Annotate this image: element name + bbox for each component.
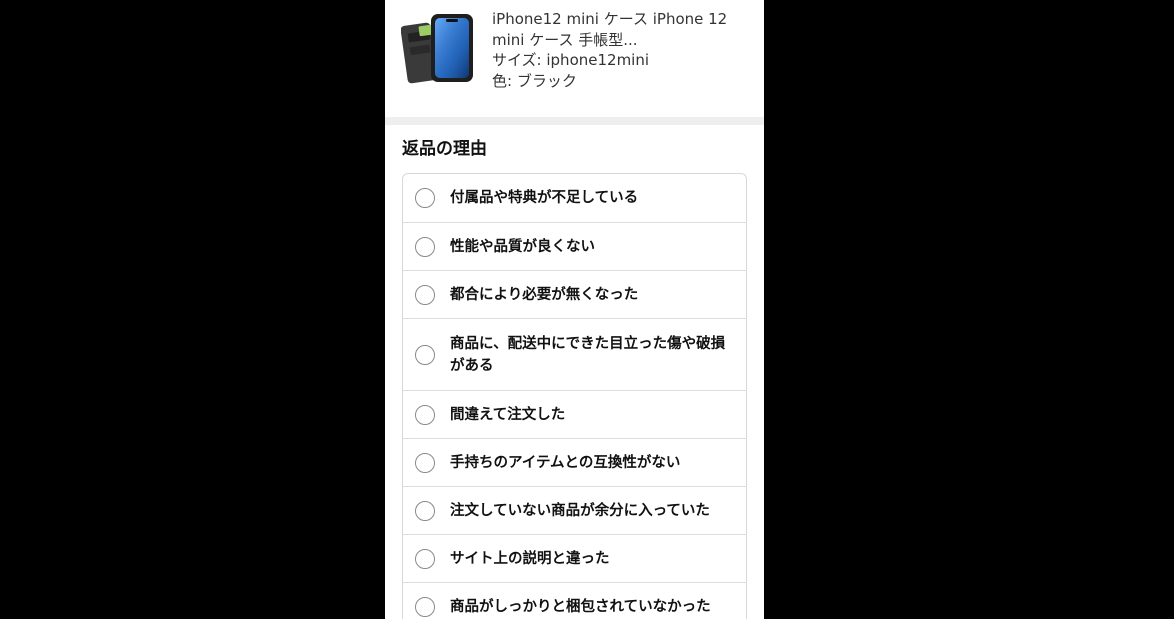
radio-button[interactable] — [415, 452, 435, 473]
reason-option-incompatible[interactable]: 手持ちのアイテムとの互換性がない — [403, 438, 746, 486]
return-page: iPhone12 mini ケース iPhone 12 mini ケース 手帳型… — [385, 0, 764, 619]
radio-button[interactable] — [415, 236, 435, 257]
radio-button[interactable] — [415, 284, 435, 305]
reason-option-label: 間違えて注文した — [450, 406, 566, 423]
reason-option-label: 都合により必要が無くなった — [450, 286, 639, 303]
reason-option-not-as-described[interactable]: サイト上の説明と違った — [403, 534, 746, 582]
radio-button[interactable] — [415, 344, 435, 365]
reason-option-poorly-packaged[interactable]: 商品がしっかりと梱包されていなかった — [403, 582, 746, 619]
reason-option-poor-quality[interactable]: 性能や品質が良くない — [403, 222, 746, 270]
reason-option-no-longer-needed[interactable]: 都合により必要が無くなった — [403, 270, 746, 318]
reason-option-damaged-in-shipping[interactable]: 商品に、配送中にできた目立った傷や破損がある — [403, 318, 746, 390]
reason-option-label: 商品に、配送中にできた目立った傷や破損がある — [450, 335, 726, 374]
reason-option-label: 商品がしっかりと梱包されていなかった — [450, 598, 711, 615]
radio-button[interactable] — [415, 188, 435, 208]
product-color: 色: ブラック — [492, 71, 577, 90]
reason-option-label: サイト上の説明と違った — [450, 550, 610, 567]
return-reason-list: 付属品や特典が不足している 性能や品質が良くない 都合により必要が無くなった 商… — [402, 173, 747, 619]
reason-option-ordered-by-mistake[interactable]: 間違えて注文した — [403, 390, 746, 438]
radio-button[interactable] — [415, 596, 435, 617]
product-summary: iPhone12 mini ケース iPhone 12 mini ケース 手帳型… — [385, 0, 764, 117]
reason-option-label: 注文していない商品が余分に入っていた — [450, 502, 710, 519]
return-reason-heading: 返品の理由 — [402, 139, 487, 159]
product-size: サイズ: iphone12mini — [492, 51, 650, 69]
product-info: iPhone12 mini ケース iPhone 12 mini ケース 手帳型… — [492, 9, 754, 91]
section-divider — [385, 117, 764, 125]
radio-button[interactable] — [415, 548, 435, 569]
product-title[interactable]: iPhone12 mini ケース iPhone 12 mini ケース 手帳型… — [492, 9, 754, 50]
phone-case-thumbnail — [401, 14, 473, 84]
reason-option-extra-item-received[interactable]: 注文していない商品が余分に入っていた — [403, 486, 746, 534]
reason-option-label: 手持ちのアイテムとの互換性がない — [450, 454, 681, 471]
reason-option-missing-accessories[interactable]: 付属品や特典が不足している — [403, 174, 746, 222]
reason-option-label: 性能や品質が良くない — [450, 238, 595, 255]
radio-button[interactable] — [415, 500, 435, 521]
reason-option-label: 付属品や特典が不足している — [450, 190, 639, 206]
return-reason-section: 返品の理由 付属品や特典が不足している 性能や品質が良くない 都合により必要が無… — [385, 125, 764, 619]
radio-button[interactable] — [415, 404, 435, 425]
